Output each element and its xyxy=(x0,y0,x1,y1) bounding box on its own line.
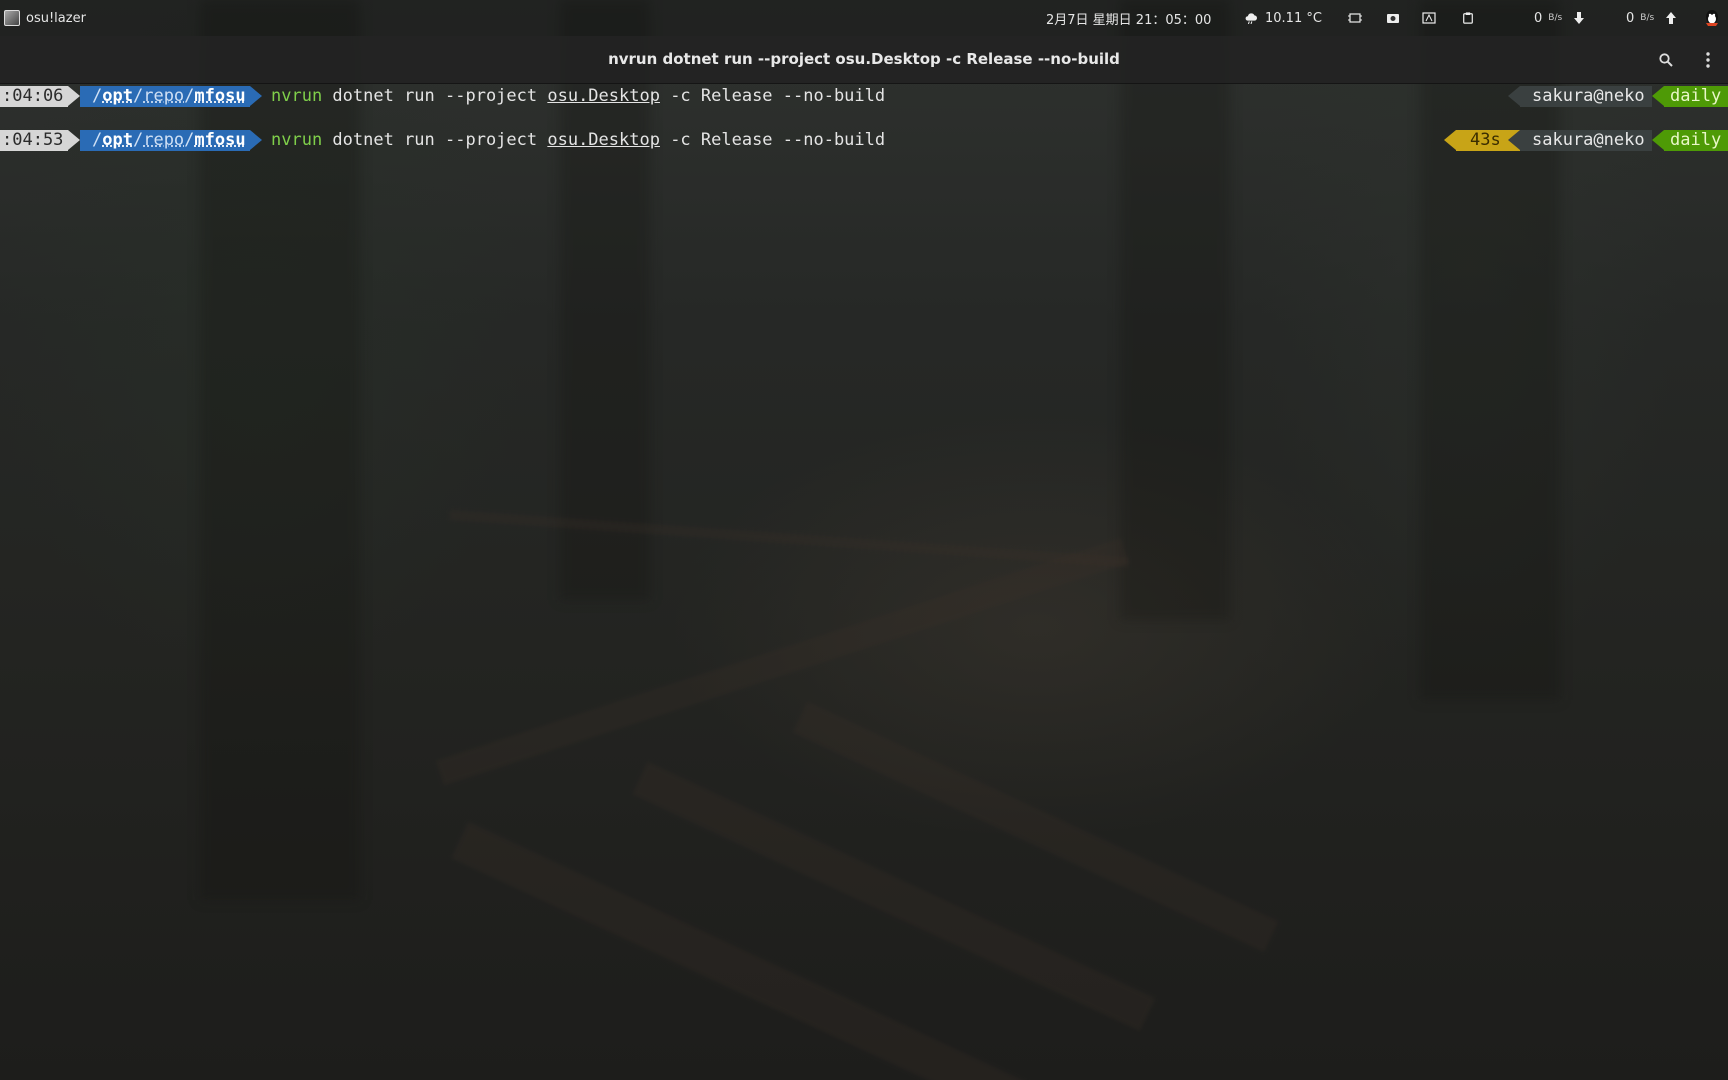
bg-plank xyxy=(792,701,1279,953)
net-down-value: 0 xyxy=(1534,10,1543,26)
prompt-separator xyxy=(1508,130,1520,150)
bg-plank xyxy=(449,510,1129,568)
camera-tray[interactable] xyxy=(1386,0,1400,36)
panel-active-app[interactable]: osu!lazer xyxy=(4,0,86,36)
search-icon xyxy=(1659,53,1673,67)
search-button[interactable] xyxy=(1654,48,1678,72)
prompt-time: :04:06 xyxy=(0,86,68,107)
app-icon xyxy=(4,10,20,26)
prompt-user-host: sakura@neko xyxy=(1520,86,1652,107)
screenshot-icon xyxy=(1348,13,1362,23)
prompt-user-host: sakura@neko xyxy=(1520,130,1652,151)
command-text: nvrun dotnet run --project osu.Desktop -… xyxy=(271,130,886,150)
bg-plank xyxy=(451,821,1031,1080)
prompt-separator xyxy=(1508,86,1520,106)
prompt-separator xyxy=(250,130,262,150)
terminal-title: nvrun dotnet run --project osu.Desktop -… xyxy=(608,50,1120,68)
prompt-separator xyxy=(68,130,80,150)
net-down-unit: B/s xyxy=(1548,13,1563,23)
net-download[interactable]: 0 B/s xyxy=(1534,0,1585,36)
command-text: nvrun dotnet run --project osu.Desktop -… xyxy=(271,86,886,106)
prompt-branch: daily xyxy=(1664,130,1728,151)
desktop: osu!lazer 2月7日 星期日 21：05：00 10.11 °C 0 B… xyxy=(0,0,1728,1080)
bg-plank xyxy=(632,761,1156,1031)
panel-weather[interactable]: 10.11 °C xyxy=(1244,0,1322,36)
prompt-separator xyxy=(1652,130,1664,150)
prompt-path: /opt/repo/mfosu xyxy=(80,130,250,151)
panel-datetime: 2月7日 星期日 21：05：00 xyxy=(1046,12,1212,28)
terminal-line[interactable]: :04:53 /opt/repo/mfosu nvrun dotnet run … xyxy=(0,128,1728,153)
prompt-separator xyxy=(250,86,262,106)
camera-icon xyxy=(1387,14,1399,23)
net-up-unit: B/s xyxy=(1640,13,1655,23)
qq-penguin-icon xyxy=(1706,10,1718,26)
net-up-value: 0 xyxy=(1626,10,1635,26)
net-upload[interactable]: 0 B/s xyxy=(1626,0,1677,36)
prompt-path: /opt/repo/mfosu xyxy=(80,86,250,107)
system-panel: osu!lazer 2月7日 星期日 21：05：00 10.11 °C 0 B… xyxy=(0,0,1728,36)
terminal-titlebar: nvrun dotnet run --project osu.Desktop -… xyxy=(0,36,1728,84)
prompt-separator xyxy=(1652,86,1664,106)
prompt-time: :04:53 xyxy=(0,130,68,151)
terminal-line[interactable]: :04:06 /opt/repo/mfosu nvrun dotnet run … xyxy=(0,84,1728,109)
prompt-branch: daily xyxy=(1664,86,1728,107)
display-tray[interactable] xyxy=(1422,0,1436,36)
kebab-menu-icon xyxy=(1706,52,1710,68)
weather-icon xyxy=(1245,13,1257,24)
panel-clock[interactable]: 2月7日 星期日 21：05：00 xyxy=(1046,0,1211,36)
weather-temp: 10.11 °C xyxy=(1265,10,1322,26)
download-arrow-icon xyxy=(1574,12,1585,24)
panel-app-name: osu!lazer xyxy=(26,10,86,26)
clipboard-icon xyxy=(1463,12,1473,24)
menu-button[interactable] xyxy=(1696,48,1720,72)
display-icon xyxy=(1422,12,1436,24)
prompt-separator xyxy=(68,86,80,106)
prompt-separator xyxy=(1444,130,1456,150)
upload-arrow-icon xyxy=(1666,12,1677,24)
screenshot-tray[interactable] xyxy=(1348,0,1362,36)
bg-plank xyxy=(435,538,1129,786)
qq-tray[interactable] xyxy=(1704,0,1720,36)
clipboard-tray[interactable] xyxy=(1461,0,1475,36)
